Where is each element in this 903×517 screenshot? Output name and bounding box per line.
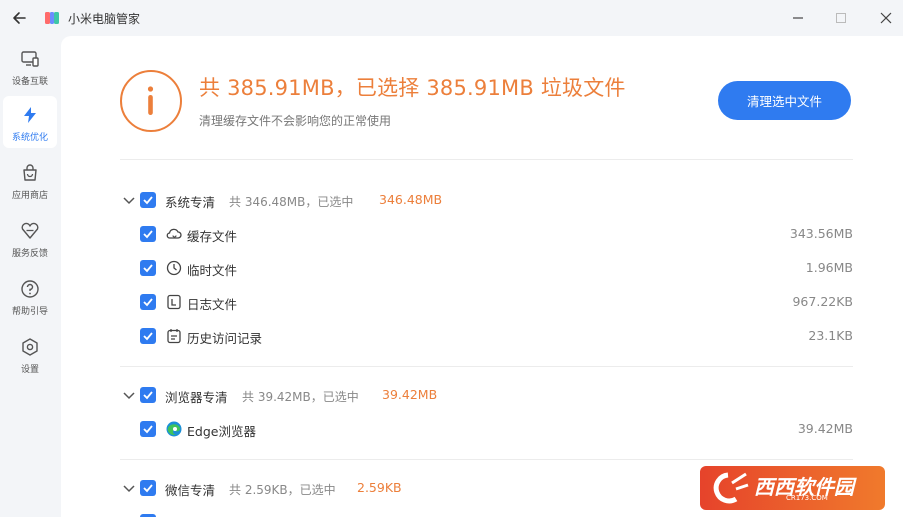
item-size: 967.22KB — [792, 294, 853, 309]
sidebar-item-feedback[interactable]: 服务反馈 — [3, 212, 57, 264]
list-item: Edge浏览器 39.42MB — [140, 417, 853, 441]
category-name: 微信专清 — [165, 483, 216, 498]
heart-feedback-icon — [21, 222, 39, 239]
list-item: 缓存文件 343.56MB — [140, 222, 853, 246]
minimize-button[interactable] — [788, 8, 808, 28]
gear-icon — [22, 338, 38, 356]
item-size: 23.1KB — [808, 328, 853, 343]
window-title: 小米电脑管家 — [68, 12, 141, 26]
app-logo-icon — [44, 10, 60, 26]
item-name: 日志文件 — [187, 297, 238, 312]
sidebar-item-settings[interactable]: 设置 — [3, 328, 57, 380]
item-checkbox[interactable] — [140, 260, 156, 276]
cache-cloud-icon — [166, 228, 182, 239]
sidebar-item-help[interactable]: 帮助引导 — [3, 270, 57, 322]
watermark-emblem-icon — [713, 472, 749, 504]
sidebar-item-label: 服务反馈 — [11, 249, 48, 259]
list-item — [140, 510, 853, 517]
back-arrow-icon[interactable] — [9, 7, 31, 29]
item-name: 历史访问记录 — [187, 331, 263, 346]
item-name: Edge浏览器 — [187, 424, 256, 439]
clock-icon — [166, 260, 182, 276]
category-meta: 共 2.59KB，已选中 — [229, 483, 336, 497]
item-size: 343.56MB — [789, 226, 853, 241]
sidebar-item-label: 设备互联 — [11, 77, 48, 87]
category-row-system: 系统专清 共 346.48MB，已选中 346.48MB — [120, 188, 853, 212]
item-name: 临时文件 — [187, 263, 238, 278]
item-size: 39.42MB — [797, 421, 853, 436]
item-checkbox[interactable] — [140, 421, 156, 437]
list-item: 日志文件 967.22KB — [140, 290, 853, 314]
maximize-button[interactable] — [831, 8, 851, 28]
divider — [120, 159, 853, 160]
category-row-browser: 浏览器专清 共 39.42MB，已选中 39.42MB — [120, 383, 853, 407]
divider — [120, 366, 853, 367]
store-bag-icon — [23, 164, 37, 181]
edge-browser-icon — [166, 421, 182, 437]
category-meta: 共 39.42MB，已选中 — [242, 390, 359, 404]
item-name: 缓存文件 — [187, 229, 238, 244]
sidebar-item-label: 帮助引导 — [11, 307, 48, 317]
category-selected-size: 346.48MB — [379, 192, 443, 207]
sidebar-item-system-optimize[interactable]: 系统优化 — [3, 96, 57, 148]
item-checkbox[interactable] — [140, 294, 156, 310]
help-circle-icon — [21, 280, 39, 298]
category-checkbox[interactable] — [140, 192, 156, 208]
history-record-icon — [167, 329, 181, 344]
watermark-url: CR173.COM — [786, 494, 828, 502]
list-item: 历史访问记录 23.1KB — [140, 324, 853, 348]
clean-selected-button[interactable]: 清理选中文件 — [718, 81, 851, 120]
category-meta: 共 346.48MB，已选中 — [229, 195, 354, 209]
log-file-icon — [167, 294, 181, 310]
sidebar: 设备互联 系统优化 应用商店 服务反馈 帮助引导 设置 — [0, 36, 60, 517]
chevron-down-icon[interactable] — [122, 388, 136, 402]
item-checkbox[interactable] — [140, 226, 156, 242]
list-item: 临时文件 1.96MB — [140, 256, 853, 280]
summary-headline: 共 385.91MB，已选择 385.91MB 垃圾文件 — [199, 76, 626, 100]
sidebar-item-label: 设置 — [20, 365, 39, 375]
close-button[interactable] — [876, 8, 896, 28]
item-checkbox[interactable] — [140, 328, 156, 344]
divider — [120, 459, 853, 460]
lightning-icon — [24, 107, 36, 123]
item-size: 1.96MB — [805, 260, 853, 275]
main-panel: 共 385.91MB，已选择 385.91MB 垃圾文件 清理缓存文件不会影响您… — [61, 36, 903, 517]
site-watermark-logo: 西西软件园 CR173.COM — [700, 466, 885, 510]
category-checkbox[interactable] — [140, 480, 156, 496]
device-link-icon — [21, 51, 39, 67]
chevron-down-icon[interactable] — [122, 481, 136, 495]
category-selected-size: 39.42MB — [382, 387, 438, 402]
summary-subline: 清理缓存文件不会影响您的正常使用 — [199, 114, 392, 128]
sidebar-item-label: 应用商店 — [11, 191, 48, 201]
sidebar-item-app-store[interactable]: 应用商店 — [3, 154, 57, 206]
title-bar: 小米电脑管家 — [0, 0, 903, 36]
chevron-down-icon[interactable] — [122, 193, 136, 207]
sidebar-item-device-link[interactable]: 设备互联 — [3, 40, 57, 92]
category-selected-size: 2.59KB — [357, 480, 402, 495]
sidebar-item-label: 系统优化 — [11, 133, 48, 143]
category-name: 系统专清 — [165, 195, 216, 210]
category-name: 浏览器专清 — [165, 390, 228, 405]
info-warning-icon — [120, 70, 182, 132]
category-checkbox[interactable] — [140, 387, 156, 403]
